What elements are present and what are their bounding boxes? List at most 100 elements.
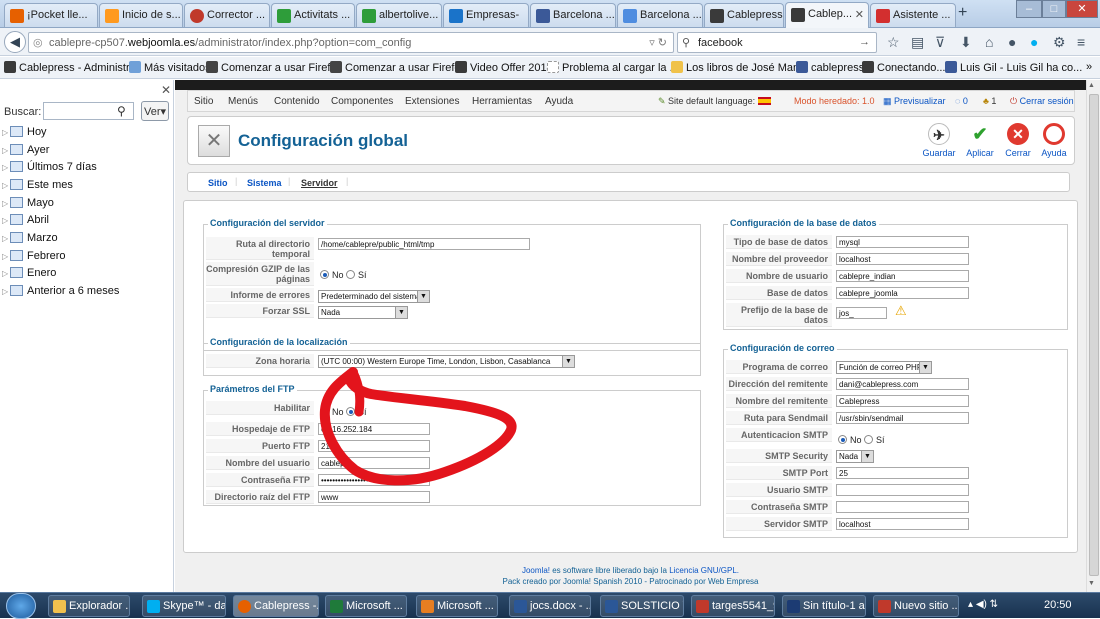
browser-tab[interactable]: Asistente ...: [870, 3, 956, 27]
home-icon[interactable]: ⌂: [985, 34, 993, 50]
taskbar-item[interactable]: Nuevo sitio ...: [873, 595, 959, 617]
network-icon[interactable]: ⇅: [990, 599, 998, 610]
tmp-path-input[interactable]: /home/cablepre/public_html/tmp: [318, 238, 530, 250]
scroll-up-icon[interactable]: ▲: [1088, 82, 1095, 89]
history-item[interactable]: ▷ Últimos 7 días: [2, 161, 97, 177]
more-bookmarks-icon[interactable]: »: [1086, 61, 1092, 73]
bookmark-item[interactable]: Conectando...: [862, 61, 946, 74]
tab-sistema[interactable]: Sistema: [247, 178, 282, 188]
browser-tab-active[interactable]: Cablep... ✕: [785, 2, 869, 28]
new-tab-button[interactable]: +: [958, 4, 967, 22]
ftp-enable-radio-group[interactable]: No Sí: [320, 407, 367, 417]
search-bar[interactable]: ⚲ facebook →: [677, 32, 877, 53]
menu-herramientas[interactable]: Herramientas: [472, 96, 532, 107]
taskbar-item[interactable]: Microsoft ...: [325, 595, 407, 617]
bookmark-item[interactable]: Los libros de José Man...: [671, 61, 808, 74]
minimize-button[interactable]: –: [1016, 0, 1042, 18]
menu-componentes[interactable]: Componentes: [331, 96, 393, 107]
ftp-host-input[interactable]: 69.16.252.184: [318, 423, 430, 435]
smtp-auth-yes-radio[interactable]: [864, 435, 874, 444]
addon-icon[interactable]: ⚙: [1053, 34, 1066, 51]
license-link[interactable]: Licencia GNU/GPL.: [669, 566, 739, 575]
save-button[interactable]: ✈ Guardar: [919, 123, 959, 158]
preview-link[interactable]: ▦ Previsualizar: [883, 96, 946, 107]
bookmark-item[interactable]: Cablepress - Administr...: [4, 61, 138, 74]
history-item[interactable]: ▷ Febrero: [2, 250, 66, 266]
bookmark-item[interactable]: Problema al cargar la ...: [547, 61, 679, 74]
gzip-yes-radio[interactable]: [346, 270, 356, 279]
smtp-port-input[interactable]: 25: [836, 467, 969, 479]
browser-tab[interactable]: Barcelona ...: [617, 3, 703, 27]
tray-arrow-icon[interactable]: ▴: [968, 599, 973, 610]
mail-from-input[interactable]: dani@cablepress.com: [836, 378, 969, 390]
reload-icon[interactable]: ▿ ↻: [649, 36, 667, 49]
tab-servidor[interactable]: Servidor: [301, 178, 338, 188]
skype-icon[interactable]: ●: [1030, 34, 1038, 50]
db-type-input[interactable]: mysql: [836, 236, 969, 248]
browser-tab[interactable]: Corrector ...: [184, 3, 270, 27]
menu-contenido[interactable]: Contenido: [274, 96, 320, 107]
error-report-select[interactable]: Predeterminado del sistema ▼: [318, 290, 430, 303]
scroll-down-icon[interactable]: ▼: [1088, 580, 1095, 587]
messages-count[interactable]: ◌ 0: [955, 96, 968, 106]
gzip-no-radio[interactable]: [320, 270, 329, 279]
smtp-auth-radio-group[interactable]: No Sí: [838, 435, 885, 445]
db-name-input[interactable]: cablepre_joomla: [836, 287, 969, 299]
taskbar-item[interactable]: SOLSTICIO V...: [600, 595, 684, 617]
sendmail-path-input[interactable]: /usr/sbin/sendmail: [836, 412, 969, 424]
history-item[interactable]: ▷ Anterior a 6 meses: [2, 285, 119, 301]
bookmark-item[interactable]: Comenzar a usar Firefox: [206, 61, 342, 74]
mail-fromname-input[interactable]: Cablepress: [836, 395, 969, 407]
joomla-link[interactable]: Joomla!: [522, 566, 550, 575]
history-item[interactable]: ▷ Enero: [2, 267, 56, 283]
clock[interactable]: 20:50: [1044, 599, 1072, 611]
menu-ayuda[interactable]: Ayuda: [545, 96, 573, 107]
smtp-server-input[interactable]: localhost: [836, 518, 969, 530]
ftp-password-input[interactable]: ••••••••••••••••••••••: [318, 474, 430, 486]
tab-sitio[interactable]: Sitio: [208, 178, 228, 188]
browser-tab[interactable]: Activitats ...: [271, 3, 355, 27]
ftp-root-input[interactable]: www: [318, 491, 430, 503]
browser-tab[interactable]: Inicio de s...: [99, 3, 183, 27]
search-input[interactable]: facebook: [698, 37, 743, 49]
bookmark-item[interactable]: Comenzar a usar Firefox: [330, 61, 466, 74]
browser-tab[interactable]: albertolive...: [356, 3, 442, 27]
taskbar-item[interactable]: Microsoft ...: [416, 595, 498, 617]
chat-icon[interactable]: ●: [1008, 34, 1016, 50]
db-prefix-input[interactable]: jos_: [836, 307, 887, 319]
taskbar-item-active[interactable]: Cablepress -...: [233, 595, 319, 617]
view-button[interactable]: Ver▾: [141, 101, 169, 121]
volume-icon[interactable]: ◀): [976, 599, 987, 610]
history-item[interactable]: ▷ Ayer: [2, 144, 49, 160]
browser-tab[interactable]: Cablepress...: [704, 3, 784, 27]
menu-sitio[interactable]: Sitio: [194, 96, 213, 107]
close-window-button[interactable]: ✕: [1066, 0, 1098, 18]
history-item[interactable]: ▷ Mayo: [2, 197, 54, 213]
apply-button[interactable]: ✔ Aplicar: [960, 123, 1000, 158]
browser-tab[interactable]: Empresas-: [443, 3, 529, 27]
ftp-no-radio[interactable]: [320, 407, 329, 416]
page-scrollbar[interactable]: ▲ ▼: [1086, 80, 1100, 592]
search-icon[interactable]: ⚲: [117, 104, 126, 118]
menu-menus[interactable]: Menús: [228, 96, 258, 107]
smtp-user-input[interactable]: [836, 484, 969, 496]
close-sidebar-icon[interactable]: ✕: [161, 83, 171, 97]
system-tray[interactable]: ▴ ◀) ⇅: [968, 599, 998, 610]
mail-program-select[interactable]: Función de correo PHP ▼: [836, 361, 932, 374]
star-icon[interactable]: ☆: [887, 34, 900, 51]
menu-extensiones[interactable]: Extensiones: [405, 96, 459, 107]
browser-tab[interactable]: Barcelona ...: [530, 3, 616, 27]
back-button[interactable]: ◀: [4, 31, 26, 53]
smtp-password-input[interactable]: [836, 501, 969, 513]
download-icon[interactable]: ⬇: [960, 34, 972, 51]
bookmark-item[interactable]: cablepress: [796, 61, 864, 74]
logout-link[interactable]: ⏻ Cerrar sesión: [1010, 96, 1074, 107]
ftp-port-input[interactable]: 21: [318, 440, 430, 452]
reading-list-icon[interactable]: ▤: [911, 34, 924, 51]
bookmark-item[interactable]: Luis Gil - Luis Gil ha co...: [945, 61, 1082, 74]
ftp-yes-radio[interactable]: [346, 407, 356, 416]
address-bar[interactable]: ◎ cablepre-cp507.webjoomla.es/administra…: [28, 32, 674, 53]
maximize-button[interactable]: □: [1042, 0, 1066, 18]
bookmark-item[interactable]: Video Offer 2014: [455, 61, 553, 74]
history-item[interactable]: ▷ Abril: [2, 214, 49, 230]
